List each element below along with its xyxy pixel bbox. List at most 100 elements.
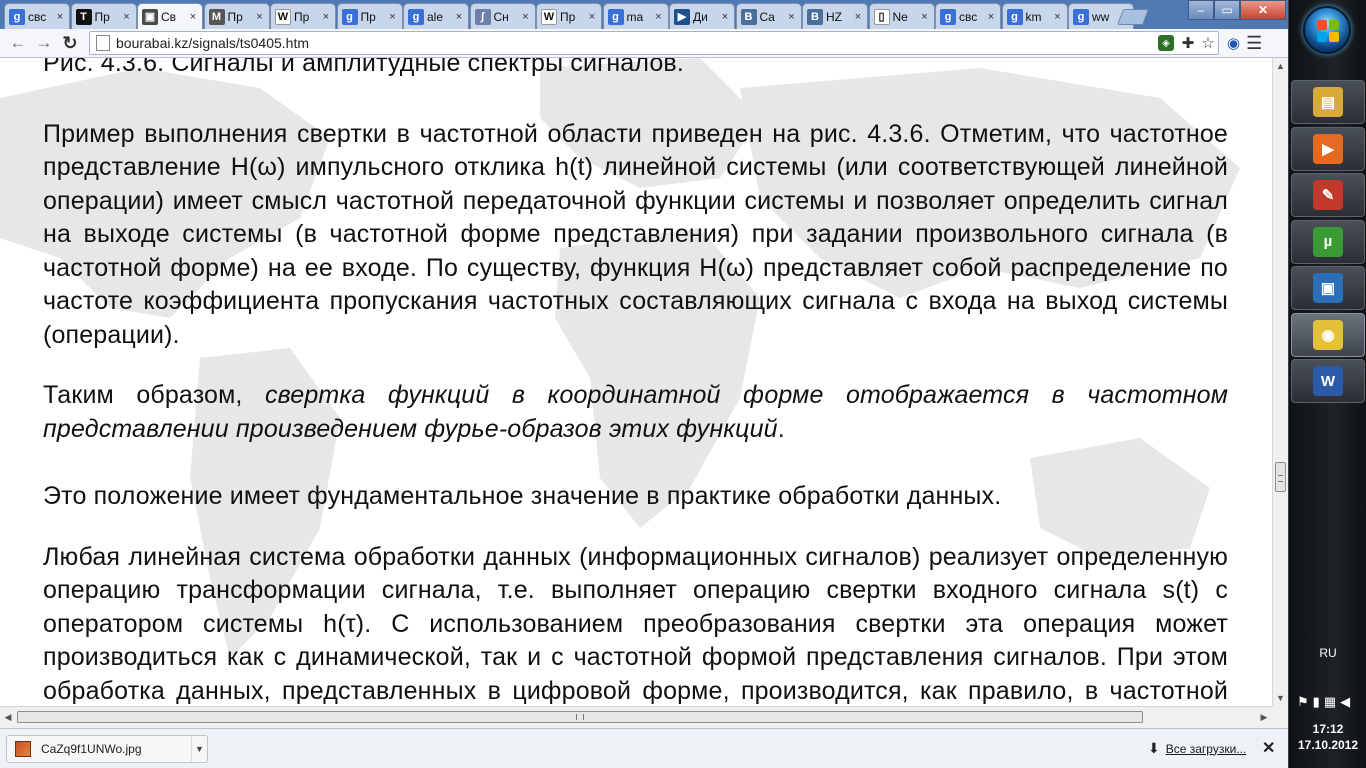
tab-1[interactable]: T Пр × bbox=[70, 3, 137, 29]
tab-close-icon[interactable]: × bbox=[719, 11, 731, 23]
image-file-icon bbox=[15, 741, 31, 757]
tab-close-icon[interactable]: × bbox=[653, 11, 665, 23]
taskbar-button-6[interactable]: W bbox=[1291, 359, 1365, 403]
download-item[interactable]: CaZq9f1UNWo.jpg ▼ bbox=[6, 735, 208, 763]
flag-icon[interactable]: ⚑ bbox=[1297, 694, 1309, 710]
tab-close-icon[interactable]: × bbox=[586, 11, 598, 23]
tab-close-icon[interactable]: × bbox=[387, 11, 399, 23]
tab-close-icon[interactable]: × bbox=[254, 11, 266, 23]
forward-button[interactable]: → bbox=[31, 31, 57, 55]
tab-title: km bbox=[1025, 9, 1042, 24]
url-text[interactable]: bourabai.kz/signals/ts0405.htm bbox=[116, 35, 1158, 51]
tab-9[interactable]: g ma × bbox=[602, 3, 669, 29]
book-icon: ▣ bbox=[142, 8, 158, 25]
script-icon: ∫ bbox=[474, 8, 491, 25]
horizontal-scrollbar[interactable]: ◀ ▶ bbox=[0, 706, 1272, 728]
download-file-name[interactable]: CaZq9f1UNWo.jpg bbox=[41, 742, 191, 756]
scroll-down-icon[interactable]: ▼ bbox=[1273, 690, 1288, 706]
tab-title: Ca bbox=[759, 9, 775, 24]
tab-close-icon[interactable]: × bbox=[320, 11, 332, 23]
google-icon: g bbox=[607, 8, 624, 25]
tab-14[interactable]: g свс × bbox=[935, 3, 1001, 29]
clock-date[interactable]: 17.10.2012 bbox=[1289, 738, 1366, 752]
tab-close-icon[interactable]: × bbox=[121, 11, 133, 23]
media-player-icon: ▶ bbox=[1313, 133, 1343, 164]
tab-0[interactable]: g свс × bbox=[4, 3, 70, 29]
battery-icon[interactable]: ▮ bbox=[1313, 694, 1320, 710]
download-icon: ⬇ bbox=[1148, 740, 1160, 756]
menu-button[interactable]: ☰ bbox=[1246, 33, 1262, 54]
tab-13[interactable]: ▯ Ne × bbox=[868, 3, 935, 29]
vk-icon: B bbox=[807, 8, 823, 25]
close-download-shelf-button[interactable]: ✕ bbox=[1262, 738, 1275, 758]
scrollbar-corner bbox=[1272, 706, 1288, 728]
maximize-button[interactable]: ▭ bbox=[1214, 0, 1240, 20]
tab-close-icon[interactable]: × bbox=[54, 11, 66, 23]
tab-title: Ne bbox=[892, 9, 908, 24]
remote-desktop-icon: ▣ bbox=[1313, 273, 1343, 303]
tab-2[interactable]: ▣ Св × bbox=[137, 3, 203, 29]
tab-close-icon[interactable]: × bbox=[985, 11, 997, 23]
start-button[interactable] bbox=[1303, 6, 1351, 54]
tab-4[interactable]: W Пр × bbox=[270, 3, 336, 29]
new-tab-button[interactable] bbox=[1117, 9, 1149, 25]
taskbar-button-5[interactable]: ◉ bbox=[1291, 312, 1365, 357]
windows-logo-part bbox=[1317, 32, 1327, 42]
tab-close-icon[interactable]: × bbox=[520, 11, 532, 23]
tab-close-icon[interactable]: × bbox=[919, 11, 931, 23]
taskbar-button-3[interactable]: µ bbox=[1291, 219, 1365, 264]
puzzle-icon: ✚ bbox=[1181, 35, 1195, 52]
scroll-right-icon[interactable]: ▶ bbox=[1256, 707, 1272, 727]
scroll-left-icon[interactable]: ◀ bbox=[0, 707, 16, 727]
minimize-button[interactable]: – bbox=[1188, 0, 1214, 20]
tab-12[interactable]: B HZ × bbox=[802, 3, 868, 29]
word-icon: W bbox=[1313, 366, 1343, 396]
google-icon: g bbox=[1073, 8, 1089, 25]
bookmark-star-button[interactable]: ☆ bbox=[1198, 33, 1218, 53]
tab-8[interactable]: W Пр × bbox=[536, 3, 602, 29]
taskbar-button-0[interactable]: ▤ bbox=[1291, 80, 1365, 124]
tab-close-icon[interactable]: × bbox=[453, 11, 465, 23]
reload-button[interactable]: ↻ bbox=[57, 31, 83, 55]
chrome-icon: ◉ bbox=[1313, 319, 1343, 350]
tab-3[interactable]: M Пр × bbox=[203, 3, 270, 29]
all-downloads[interactable]: ⬇ Все загрузки... bbox=[1148, 740, 1246, 757]
paragraph-importance: Это положение имеет фундаментальное знач… bbox=[43, 482, 1002, 510]
vertical-scroll-thumb[interactable] bbox=[1275, 462, 1286, 492]
language-indicator[interactable]: RU bbox=[1289, 646, 1366, 660]
tab-7[interactable]: ∫ Сн × bbox=[469, 3, 536, 29]
all-downloads-link[interactable]: Все загрузки... bbox=[1166, 742, 1247, 756]
tab-15[interactable]: g km × bbox=[1001, 3, 1068, 29]
taskbar-button-2[interactable]: ✎ bbox=[1291, 173, 1365, 217]
vk-icon: B bbox=[740, 8, 757, 25]
google-icon: g bbox=[940, 8, 956, 25]
tab-close-icon[interactable]: × bbox=[852, 11, 864, 23]
back-button[interactable]: ← bbox=[5, 31, 31, 55]
clock-time[interactable]: 17:12 bbox=[1289, 722, 1366, 736]
tab-title: Пр bbox=[94, 9, 110, 24]
horizontal-scroll-thumb[interactable] bbox=[17, 711, 1143, 723]
puzzle-extension-button[interactable]: ✚ bbox=[1178, 33, 1198, 53]
close-window-button[interactable]: ✕ bbox=[1240, 0, 1286, 20]
tab-11[interactable]: B Ca × bbox=[735, 3, 802, 29]
download-menu-arrow[interactable]: ▼ bbox=[191, 736, 207, 762]
tab-close-icon[interactable]: × bbox=[1052, 11, 1064, 23]
tab-5[interactable]: g Пр × bbox=[336, 3, 403, 29]
reload-icon: ↻ bbox=[62, 32, 78, 53]
tab-6[interactable]: g ale × bbox=[403, 3, 469, 29]
vertical-scrollbar[interactable]: ▲ ▼ bbox=[1272, 58, 1288, 706]
taskbar-button-4[interactable]: ▣ bbox=[1291, 266, 1365, 310]
arrow-right-icon: → bbox=[35, 33, 53, 52]
extension-button[interactable]: ◈ bbox=[1158, 33, 1178, 53]
network-icon[interactable]: ▦ bbox=[1324, 694, 1336, 710]
tab-close-icon[interactable]: × bbox=[187, 11, 199, 23]
taskbar-button-1[interactable]: ▶ bbox=[1291, 126, 1365, 171]
tab-close-icon[interactable]: × bbox=[786, 11, 798, 23]
volume-icon[interactable]: ◀ bbox=[1340, 694, 1350, 710]
scroll-up-icon[interactable]: ▲ bbox=[1273, 58, 1288, 74]
translate-button[interactable]: ◉ bbox=[1227, 34, 1240, 52]
paragraph-linear-system: Любая линейная система обработки данных … bbox=[43, 542, 1228, 705]
tab-10[interactable]: ▶ Ди × bbox=[669, 3, 735, 29]
address-bar[interactable]: bourabai.kz/signals/ts0405.htm ◈ ✚ ☆ bbox=[89, 31, 1219, 55]
tab-strip: g свс × T Пр × ▣ Св × M Пр × W Пр × g Пр × g ale × ∫ Сн × W Пр × g m… bbox=[0, 0, 1288, 29]
